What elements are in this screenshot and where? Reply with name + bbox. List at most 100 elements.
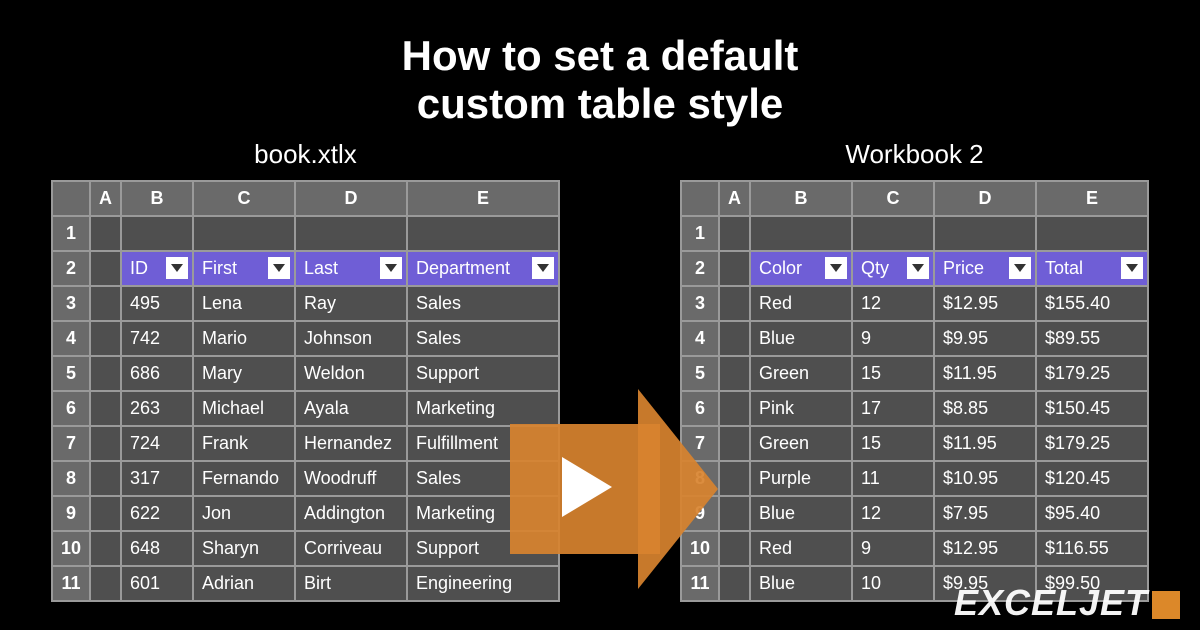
filter-dropdown-icon[interactable] [268, 257, 290, 279]
table-header-qty[interactable]: Qty [853, 252, 933, 285]
col-header[interactable]: A [91, 182, 120, 215]
cell[interactable]: 12 [853, 497, 933, 530]
cell[interactable] [720, 252, 749, 285]
cell[interactable] [296, 217, 406, 250]
cell[interactable]: 9 [853, 532, 933, 565]
cell[interactable]: $11.95 [935, 427, 1035, 460]
row-header[interactable]: 5 [53, 357, 89, 390]
filter-dropdown-icon[interactable] [532, 257, 554, 279]
row-header[interactable]: 9 [53, 497, 89, 530]
cell[interactable] [194, 217, 294, 250]
row-header[interactable]: 3 [53, 287, 89, 320]
cell[interactable]: Corriveau [296, 532, 406, 565]
cell[interactable]: $10.95 [935, 462, 1035, 495]
cell[interactable] [408, 217, 558, 250]
col-header[interactable]: D [935, 182, 1035, 215]
cell[interactable]: 648 [122, 532, 192, 565]
cell[interactable]: $155.40 [1037, 287, 1147, 320]
cell[interactable]: $120.45 [1037, 462, 1147, 495]
cell[interactable] [720, 427, 749, 460]
cell[interactable] [91, 532, 120, 565]
col-header[interactable]: A [720, 182, 749, 215]
cell[interactable] [91, 357, 120, 390]
cell[interactable]: $12.95 [935, 287, 1035, 320]
row-header[interactable]: 8 [53, 462, 89, 495]
row-header[interactable]: 6 [53, 392, 89, 425]
cell[interactable]: 10 [853, 567, 933, 600]
col-header[interactable]: B [122, 182, 192, 215]
cell[interactable]: Blue [751, 567, 851, 600]
filter-dropdown-icon[interactable] [1121, 257, 1143, 279]
play-button[interactable] [510, 379, 710, 579]
cell[interactable]: 17 [853, 392, 933, 425]
cell[interactable]: Mary [194, 357, 294, 390]
cell[interactable]: 601 [122, 567, 192, 600]
cell[interactable]: Red [751, 532, 851, 565]
col-header[interactable]: D [296, 182, 406, 215]
cell[interactable]: Sales [408, 287, 558, 320]
col-header[interactable]: C [194, 182, 294, 215]
cell[interactable]: $95.40 [1037, 497, 1147, 530]
col-header[interactable]: E [1037, 182, 1147, 215]
cell[interactable]: 724 [122, 427, 192, 460]
cell[interactable] [751, 217, 851, 250]
row-header[interactable]: 2 [682, 252, 718, 285]
cell[interactable]: 742 [122, 322, 192, 355]
row-header[interactable]: 4 [682, 322, 718, 355]
cell[interactable]: $116.55 [1037, 532, 1147, 565]
filter-dropdown-icon[interactable] [166, 257, 188, 279]
cell[interactable] [720, 322, 749, 355]
cell[interactable]: Addington [296, 497, 406, 530]
select-all-corner[interactable] [53, 182, 89, 215]
cell[interactable]: 263 [122, 392, 192, 425]
cell[interactable]: Green [751, 427, 851, 460]
cell[interactable] [91, 322, 120, 355]
cell[interactable]: 15 [853, 357, 933, 390]
row-header[interactable]: 1 [53, 217, 89, 250]
table-header-total[interactable]: Total [1037, 252, 1147, 285]
cell[interactable] [91, 427, 120, 460]
table-header-id[interactable]: ID [122, 252, 192, 285]
cell[interactable]: Sales [408, 322, 558, 355]
cell[interactable]: $179.25 [1037, 427, 1147, 460]
cell[interactable]: $8.85 [935, 392, 1035, 425]
cell[interactable]: Lena [194, 287, 294, 320]
cell[interactable] [720, 392, 749, 425]
cell[interactable]: Michael [194, 392, 294, 425]
cell[interactable] [935, 217, 1035, 250]
select-all-corner[interactable] [682, 182, 718, 215]
cell[interactable]: $11.95 [935, 357, 1035, 390]
row-header[interactable]: 1 [682, 217, 718, 250]
table-header-last[interactable]: Last [296, 252, 406, 285]
cell[interactable] [720, 357, 749, 390]
cell[interactable]: 495 [122, 287, 192, 320]
cell[interactable]: Birt [296, 567, 406, 600]
cell[interactable]: Jon [194, 497, 294, 530]
cell[interactable]: Blue [751, 497, 851, 530]
cell[interactable]: Hernandez [296, 427, 406, 460]
row-header[interactable]: 7 [53, 427, 89, 460]
cell[interactable] [720, 462, 749, 495]
table-header-department[interactable]: Department [408, 252, 558, 285]
cell[interactable]: Green [751, 357, 851, 390]
cell[interactable] [91, 287, 120, 320]
filter-dropdown-icon[interactable] [825, 257, 847, 279]
table-header-first[interactable]: First [194, 252, 294, 285]
cell[interactable] [1037, 217, 1147, 250]
cell[interactable]: Ray [296, 287, 406, 320]
cell[interactable]: 12 [853, 287, 933, 320]
cell[interactable]: $150.45 [1037, 392, 1147, 425]
cell[interactable]: 317 [122, 462, 192, 495]
cell[interactable]: 15 [853, 427, 933, 460]
row-header[interactable]: 11 [53, 567, 89, 600]
cell[interactable] [91, 217, 120, 250]
table-header-color[interactable]: Color [751, 252, 851, 285]
cell[interactable] [720, 287, 749, 320]
row-header[interactable]: 4 [53, 322, 89, 355]
filter-dropdown-icon[interactable] [1009, 257, 1031, 279]
cell[interactable]: $89.55 [1037, 322, 1147, 355]
cell[interactable]: Red [751, 287, 851, 320]
col-header[interactable]: E [408, 182, 558, 215]
cell[interactable] [720, 497, 749, 530]
cell[interactable]: Mario [194, 322, 294, 355]
